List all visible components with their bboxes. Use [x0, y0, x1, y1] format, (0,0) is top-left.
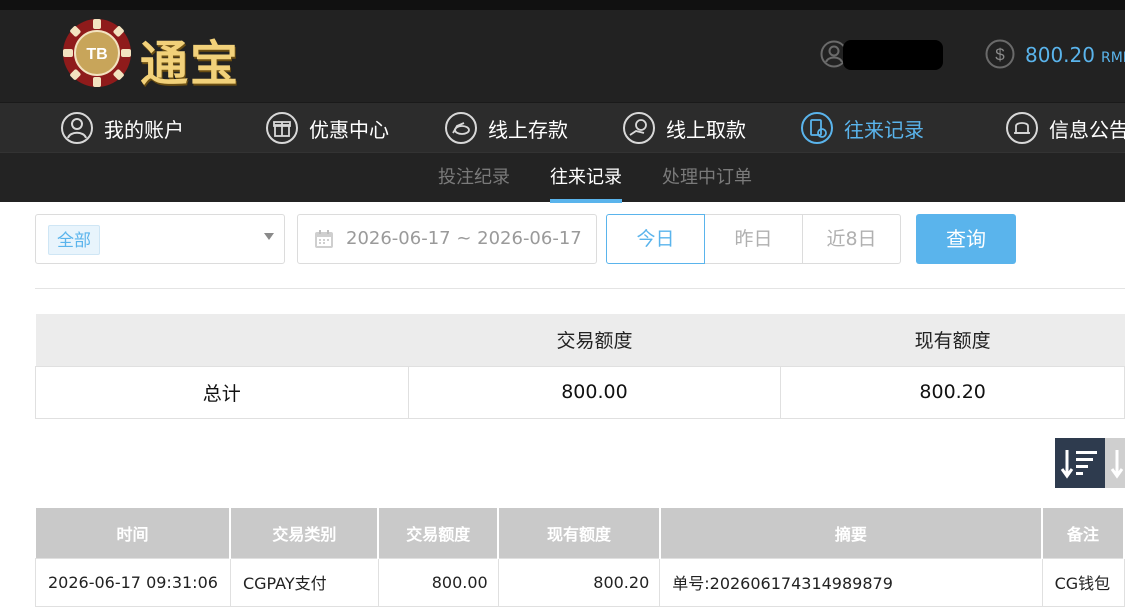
summary-cell: 总计 [35, 365, 409, 419]
top-strip [0, 0, 1125, 10]
quick-date-buttons: 今日 昨日 近8日 [606, 214, 901, 264]
site-header: TB 通宝 $ 800.20 RMB [0, 10, 1125, 102]
username-redacted [843, 40, 943, 70]
yesterday-button[interactable]: 昨日 [704, 214, 803, 264]
summary-total-row: 总计 800.00 800.20 [35, 365, 1125, 419]
summary-header [35, 314, 409, 366]
cell-type: CGPAY支付 [229, 557, 379, 607]
nav-item-withdraw[interactable]: 线上取款 [622, 103, 746, 153]
svg-text:TB: TB [86, 46, 107, 63]
bell-icon [1006, 112, 1038, 144]
cell-balance: 800.20 [497, 557, 661, 607]
nav-label: 线上存款 [488, 117, 568, 142]
records-icon [801, 112, 833, 144]
summary-header: 交易额度 [408, 314, 781, 366]
table-row: 2026-06-17 09:31:06 CGPAY支付 800.00 800.2… [35, 557, 1125, 607]
records-header-row: 时间 交易类别 交易额度 现有额度 摘要 备注 [35, 508, 1125, 558]
tab-transaction-records[interactable]: 往来记录 [550, 153, 622, 203]
account-balance: 800.20 RMB [1025, 43, 1125, 67]
cell-summary: 单号:202606174314989879 [659, 557, 1043, 607]
withdraw-icon [623, 112, 655, 144]
query-button[interactable]: 查询 [916, 214, 1016, 264]
calendar-icon [315, 230, 333, 248]
tab-bet-records[interactable]: 投注纪录 [438, 153, 510, 203]
today-button[interactable]: 今日 [606, 214, 705, 264]
tab-pending-orders[interactable]: 处理中订单 [662, 153, 752, 203]
summary-table: 交易额度 现有额度 总计 800.00 800.20 [35, 314, 1125, 419]
sort-descending-button[interactable] [1055, 438, 1105, 488]
main-nav: 我的账户 优惠中心 线上存款 线上取款 往来记录 信息公告 [0, 102, 1125, 152]
column-header: 交易额度 [378, 508, 500, 558]
nav-label: 我的账户 [104, 117, 184, 142]
gift-icon [266, 112, 298, 144]
sort-ascending-button[interactable] [1105, 438, 1125, 488]
summary-header: 现有额度 [780, 314, 1125, 366]
svg-text:$: $ [995, 45, 1005, 64]
column-header: 交易类别 [230, 508, 380, 558]
user-icon [61, 112, 93, 144]
nav-item-promotions[interactable]: 优惠中心 [265, 103, 389, 153]
nav-label: 线上取款 [666, 117, 746, 142]
sort-ascending-icon [1110, 450, 1124, 479]
logo-chip-icon[interactable]: TB [62, 18, 132, 88]
date-range-value: 2026-06-17 ~ 2026-06-17 [346, 228, 582, 249]
cell-remark: CG钱包 [1041, 557, 1125, 607]
chevron-down-icon [264, 233, 274, 240]
date-range-picker[interactable]: 2026-06-17 ~ 2026-06-17 [297, 214, 597, 264]
nav-item-account[interactable]: 我的账户 [60, 103, 184, 153]
column-header: 现有额度 [498, 508, 661, 558]
nav-item-records[interactable]: 往来记录 [800, 103, 924, 153]
dollar-icon: $ [985, 39, 1015, 69]
balance-amount: 800.20 [1025, 43, 1095, 67]
divider [35, 288, 1125, 289]
nav-item-deposit[interactable]: 线上存款 [444, 103, 568, 153]
records-table: 时间 交易类别 交易额度 现有额度 摘要 备注 2026-06-17 09:31… [35, 508, 1125, 607]
last-8-days-button[interactable]: 近8日 [802, 214, 901, 264]
transaction-type-select[interactable]: 全部 [35, 214, 285, 264]
column-header: 时间 [35, 508, 232, 558]
nav-label: 信息公告 [1049, 117, 1125, 142]
summary-cell: 800.20 [780, 365, 1125, 419]
nav-label: 优惠中心 [309, 117, 389, 142]
sub-nav: 投注纪录 往来记录 处理中订单 [0, 152, 1125, 203]
cell-time: 2026-06-17 09:31:06 [35, 557, 231, 607]
column-header: 摘要 [659, 508, 1044, 558]
cell-amount: 800.00 [377, 557, 499, 607]
summary-cell: 800.00 [407, 365, 782, 419]
nav-label: 往来记录 [844, 117, 924, 142]
column-header: 备注 [1042, 508, 1125, 558]
sort-descending-icon [1060, 450, 1097, 479]
summary-header-row: 交易额度 现有额度 [35, 314, 1125, 366]
active-tab-indicator [550, 199, 622, 203]
brand-name: 通宝 [140, 36, 241, 92]
deposit-icon [445, 112, 477, 144]
balance-currency: RMB [1100, 50, 1125, 66]
nav-item-announcements[interactable]: 信息公告 [1005, 103, 1125, 153]
selected-type-tag[interactable]: 全部 [48, 225, 100, 255]
